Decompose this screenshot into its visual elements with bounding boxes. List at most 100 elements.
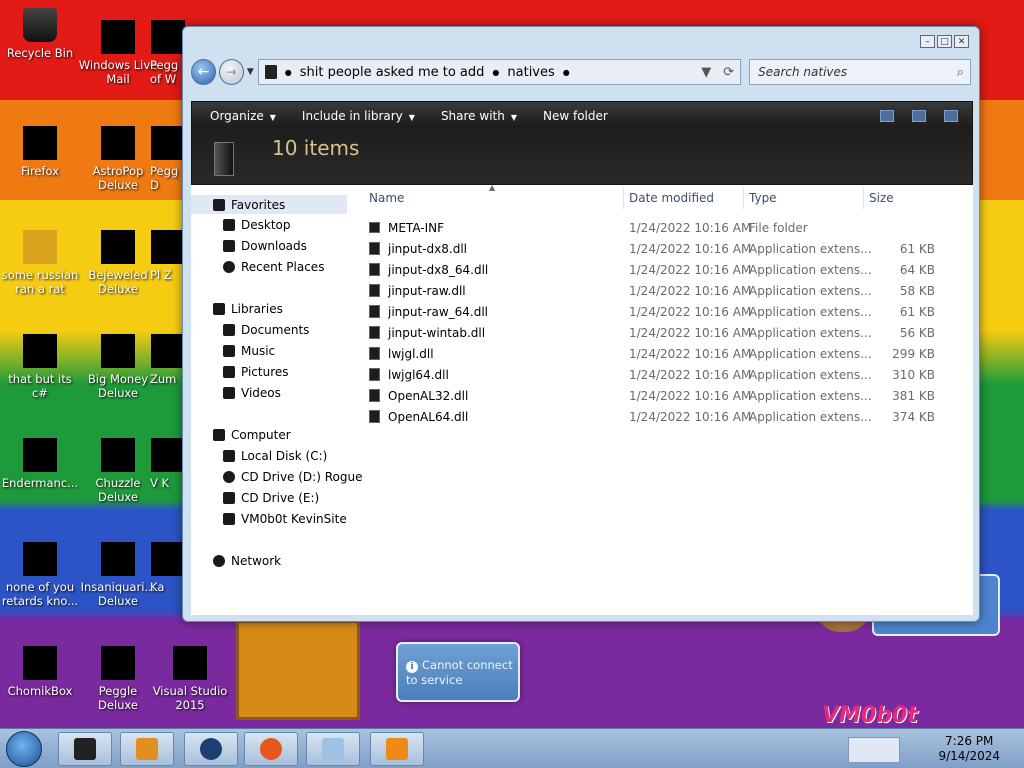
nav-documents[interactable]: Documents xyxy=(223,323,309,337)
column-header-name[interactable]: Name ▲ xyxy=(369,183,495,211)
organize-button[interactable]: Organize ▼ xyxy=(210,109,276,123)
desktop-icon-endermanc[interactable]: Endermanc... xyxy=(0,438,80,490)
desktop-icon-russian-rat[interactable]: some russian ran a rat xyxy=(0,230,80,296)
nav-downloads[interactable]: Downloads xyxy=(223,239,307,253)
nav-desktop[interactable]: Desktop xyxy=(223,218,291,232)
preview-pane-icon[interactable] xyxy=(912,110,926,122)
taskbar-firefox-button[interactable] xyxy=(244,732,298,766)
desktop-icon-windows-live-mail[interactable]: Windows Live Mail xyxy=(78,20,158,86)
breadcrumb-parent[interactable]: shit people asked me to add xyxy=(300,65,485,80)
explorer-window[interactable]: – □ ✕ ← → ▼ ● shit people asked me to ad… xyxy=(182,26,980,622)
cd-drive-icon xyxy=(223,471,235,483)
nav-music[interactable]: Music xyxy=(223,344,275,358)
column-divider[interactable] xyxy=(623,187,624,209)
help-icon[interactable] xyxy=(944,110,958,122)
nav-local-disk[interactable]: Local Disk (C:) xyxy=(223,449,327,463)
recent-pages-dropdown-icon[interactable]: ▼ xyxy=(247,67,254,77)
breadcrumb-separator-icon[interactable]: ● xyxy=(492,68,499,77)
nav-vm0b0t-kevinsite[interactable]: VM0b0t KevinSite xyxy=(223,512,347,526)
back-button[interactable]: ← xyxy=(191,59,216,85)
table-row[interactable]: jinput-raw_64.dll 1/24/2022 10:16 AM Appli… xyxy=(369,301,969,322)
nav-cd-drive-d[interactable]: CD Drive (D:) Rogue xyxy=(223,470,362,484)
share-with-button[interactable]: Share with ▼ xyxy=(441,109,517,123)
nav-videos[interactable]: Videos xyxy=(223,386,281,400)
breadcrumb-separator-icon[interactable]: ● xyxy=(563,68,570,77)
table-row[interactable]: jinput-dx8_64.dll 1/24/2022 10:16 AM Appli… xyxy=(369,259,969,280)
desktop-icon-but-its-csharp[interactable]: that but its c# xyxy=(0,334,80,400)
cannot-connect-notification[interactable]: i Cannot connect to service xyxy=(396,642,520,702)
forward-button[interactable]: → xyxy=(218,59,244,85)
column-divider[interactable] xyxy=(743,187,744,209)
column-header-type[interactable]: Type xyxy=(749,185,777,211)
address-bar[interactable]: ● shit people asked me to add ● natives … xyxy=(257,59,742,85)
file-date: 1/24/2022 10:16 AM xyxy=(629,241,752,256)
breadcrumb-current[interactable]: natives xyxy=(507,65,554,80)
nav-computer[interactable]: Computer xyxy=(213,428,291,442)
nav-libraries[interactable]: Libraries xyxy=(213,302,283,316)
file-size: 299 KB xyxy=(892,346,935,361)
nav-cd-drive-e[interactable]: CD Drive (E:) xyxy=(223,491,319,505)
table-row[interactable]: jinput-wintab.dll 1/24/2022 10:16 AM Appli… xyxy=(369,322,969,343)
refresh-icon[interactable]: ⟳ xyxy=(723,65,734,80)
table-row[interactable]: jinput-dx8.dll 1/24/2022 10:16 AM Applicat… xyxy=(369,238,969,259)
maximize-icon[interactable]: □ xyxy=(937,35,952,48)
videos-icon xyxy=(223,387,235,399)
column-header-date[interactable]: Date modified xyxy=(629,185,714,211)
table-row[interactable]: jinput-raw.dll 1/24/2022 10:16 AM Applicat… xyxy=(369,280,969,301)
table-row[interactable]: lwjgl.dll 1/24/2022 10:16 AM Application e… xyxy=(369,343,969,364)
taskbar-media-player-button[interactable] xyxy=(120,732,174,766)
table-row[interactable]: lwjgl64.dll 1/24/2022 10:16 AM Application… xyxy=(369,364,969,385)
desktop-icon-zuma[interactable]: Zum xyxy=(150,334,186,386)
nav-network[interactable]: Network xyxy=(213,554,281,568)
desktop-icon-chomikbox[interactable]: ChomikBox xyxy=(0,646,80,698)
table-row[interactable]: OpenAL32.dll 1/24/2022 10:16 AM Applicatio… xyxy=(369,385,969,406)
change-view-icon[interactable] xyxy=(880,110,894,122)
desktop-icon-bejeweled[interactable]: Bejeweled Deluxe xyxy=(78,230,158,296)
file-name: META-INF xyxy=(388,220,445,235)
taskbar-notepad-button[interactable] xyxy=(306,732,360,766)
folder-icon xyxy=(264,65,277,79)
system-tray[interactable] xyxy=(848,737,900,763)
search-box[interactable]: Search natives ⌕ xyxy=(749,59,971,85)
table-row[interactable]: OpenAL64.dll 1/24/2022 10:16 AM Applicatio… xyxy=(369,406,969,427)
column-header-size[interactable]: Size xyxy=(869,185,894,211)
breadcrumb-separator-icon[interactable]: ● xyxy=(285,68,292,77)
search-input[interactable]: Search natives xyxy=(758,65,847,79)
desktop-icon-chuzzle[interactable]: Chuzzle Deluxe xyxy=(78,438,158,504)
taskbar-clock[interactable]: 7:26 PM 9/14/2024 xyxy=(938,734,1000,764)
taskbar-globe-button[interactable] xyxy=(184,732,238,766)
desktop-icon-peggle-deluxe[interactable]: Peggle Deluxe xyxy=(78,646,158,712)
desktop-icon-visual-studio[interactable]: Visual Studio 2015 xyxy=(150,646,230,712)
new-folder-button[interactable]: New folder xyxy=(543,109,608,123)
taskbar-explorer-button[interactable] xyxy=(58,732,112,766)
start-button[interactable] xyxy=(6,731,42,767)
game-icon xyxy=(151,230,185,264)
nav-pictures[interactable]: Pictures xyxy=(223,365,289,379)
address-dropdown-icon[interactable]: ▼ xyxy=(701,65,711,80)
column-divider[interactable] xyxy=(863,187,864,209)
close-icon[interactable]: ✕ xyxy=(954,35,969,48)
table-row[interactable]: META-INF 1/24/2022 10:16 AM File folder xyxy=(369,217,969,238)
desktop-icon-recycle-bin[interactable]: Recycle Bin xyxy=(0,8,80,60)
desktop-icon-firefox[interactable]: Firefox xyxy=(0,126,80,178)
desktop-icon-astropop[interactable]: AstroPop Deluxe xyxy=(78,126,158,192)
desktop-icon-ka[interactable]: Ka xyxy=(150,542,186,594)
file-type: Application extens... xyxy=(749,325,872,340)
folder-icon xyxy=(369,222,380,233)
include-in-library-button[interactable]: Include in library ▼ xyxy=(302,109,415,123)
desktop-icon-vk[interactable]: V K xyxy=(150,438,186,490)
minimize-icon[interactable]: – xyxy=(920,35,935,48)
firefox-icon xyxy=(260,738,282,760)
taskbar-vlc-button[interactable] xyxy=(370,732,424,766)
content-pane: Favorites Desktop Downloads Recent Place… xyxy=(191,183,973,615)
search-icon[interactable]: ⌕ xyxy=(957,65,970,80)
desktop-icon-peggle-2[interactable]: Pegg D xyxy=(150,126,186,192)
desktop-icon-big-money[interactable]: Big Money Deluxe xyxy=(78,334,158,400)
desktop-icon-none-of-you[interactable]: none of you retards kno... xyxy=(0,542,80,608)
nav-recent-places[interactable]: Recent Places xyxy=(223,260,324,274)
desktop-icon-peggle-nights[interactable]: Pegg of W xyxy=(150,20,186,86)
nav-favorites[interactable]: Favorites xyxy=(191,195,347,214)
file-size: 310 KB xyxy=(892,367,935,382)
desktop-icon-insaniquarium[interactable]: Insaniquari... Deluxe xyxy=(78,542,158,608)
desktop-icon-plants-zombies[interactable]: Pl Z xyxy=(150,230,186,282)
